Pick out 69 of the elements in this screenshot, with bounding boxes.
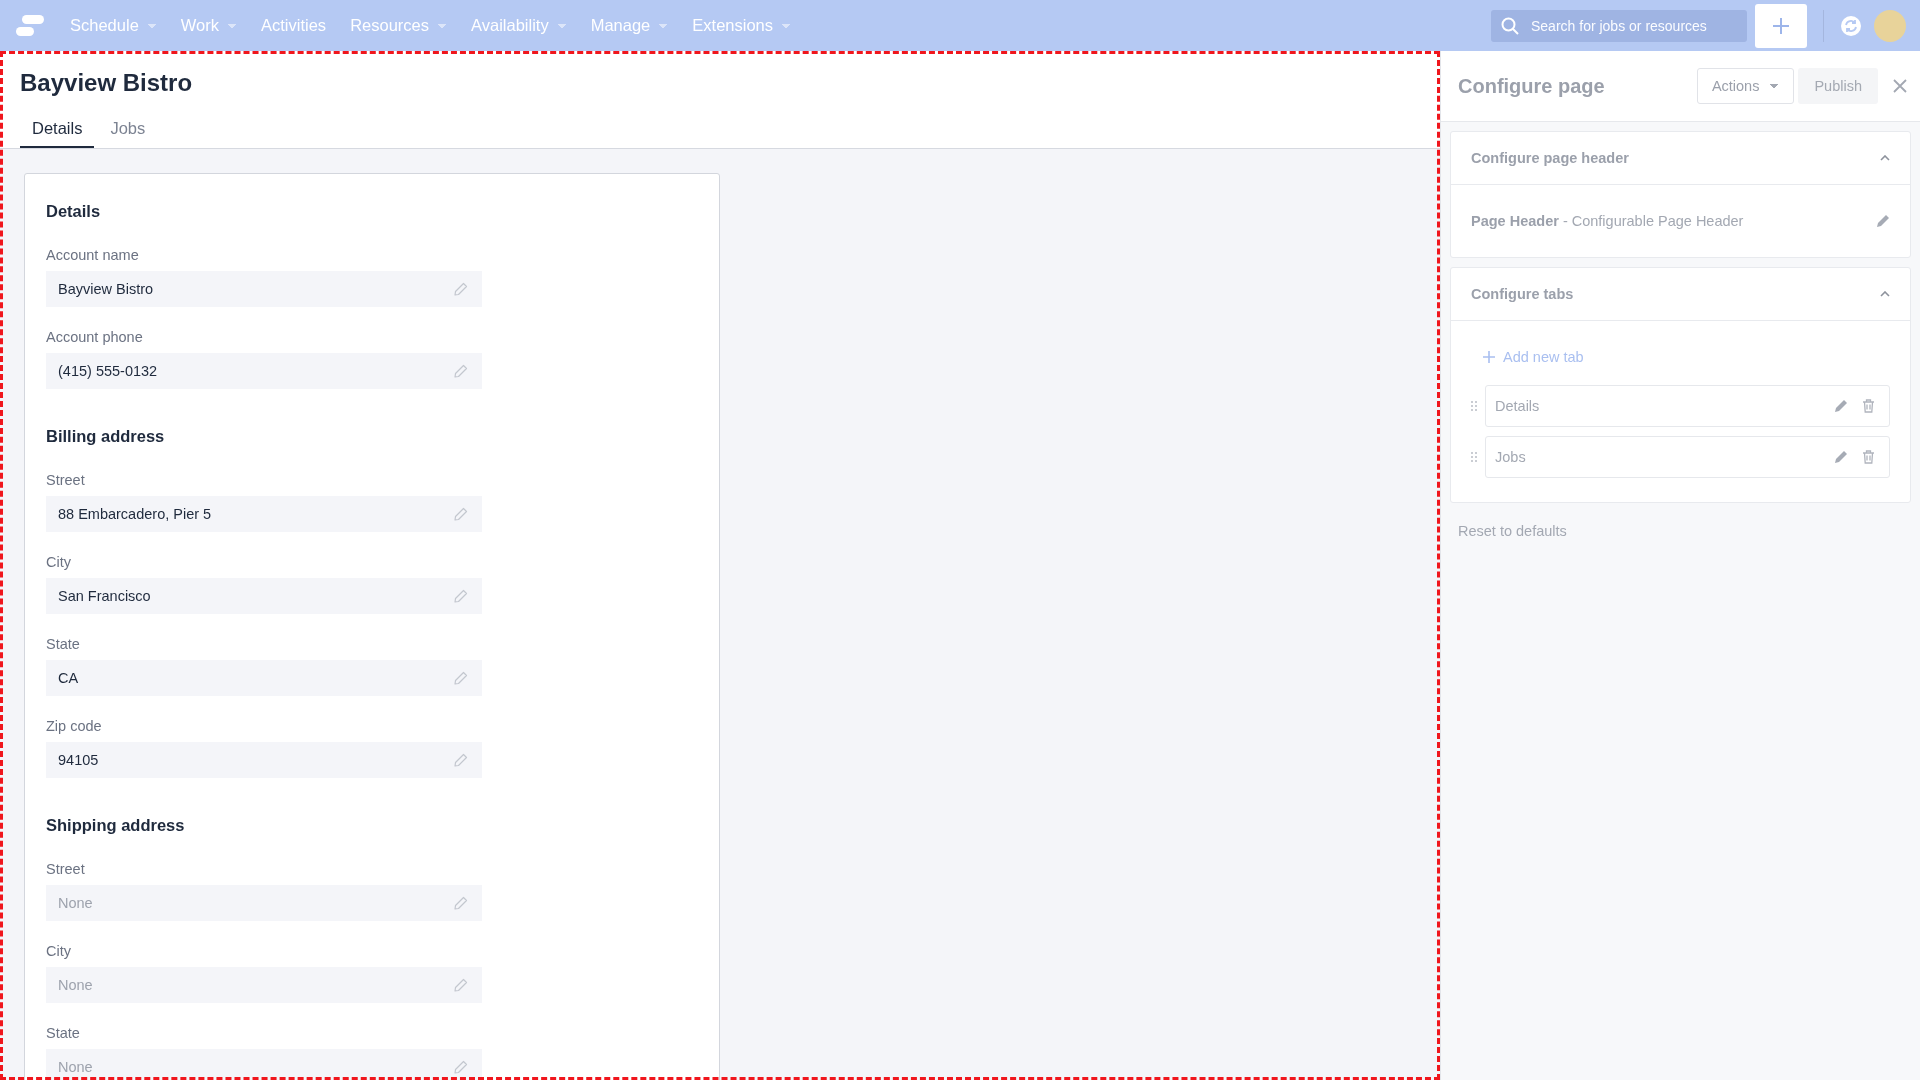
input-field[interactable]: None — [46, 885, 482, 921]
pencil-icon[interactable] — [454, 753, 468, 767]
field-label: Account phone — [46, 329, 144, 345]
field-label: City — [46, 943, 72, 959]
section-header[interactable]: Configure tabs — [1451, 268, 1910, 321]
tab-list-item[interactable]: Jobs — [1485, 436, 1890, 478]
reset-link[interactable]: Reset to defaults — [1458, 523, 1567, 539]
field-label: Account name — [46, 247, 140, 263]
pencil-icon[interactable] — [454, 978, 468, 992]
nav-menu-item[interactable]: Manage — [580, 10, 679, 41]
field-label: State — [46, 1025, 81, 1041]
field-label: State — [46, 636, 81, 652]
pencil-icon[interactable] — [454, 282, 468, 296]
trash-icon[interactable] — [1862, 399, 1875, 413]
input-field[interactable]: CA — [46, 660, 482, 696]
tab[interactable]: Details — [20, 115, 95, 148]
panel-title: Configure page — [1458, 74, 1606, 98]
nav-menu-item[interactable]: Resources — [340, 10, 457, 41]
chevron-icon — [1880, 155, 1890, 161]
section-heading: Billing address — [46, 427, 166, 446]
pencil-icon[interactable] — [454, 364, 468, 378]
input-field[interactable]: Bayview Bistro — [46, 271, 482, 307]
chevron-icon — [1880, 291, 1890, 297]
tab-list-item[interactable]: Details — [1485, 385, 1890, 427]
pencil-icon[interactable] — [454, 896, 468, 910]
page-title: Bayview Bistro — [20, 69, 194, 97]
add-tab-link[interactable]: Add new tab — [1483, 349, 1584, 365]
input-field[interactable]: 94105 — [46, 742, 482, 778]
pencil-icon[interactable] — [454, 589, 468, 603]
section-heading: Shipping address — [46, 816, 186, 835]
input-field[interactable]: None — [46, 1049, 482, 1080]
avatar[interactable] — [1874, 9, 1906, 42]
tab[interactable]: Jobs — [98, 115, 158, 148]
section-heading: Details — [46, 202, 102, 221]
nav-menu-item[interactable]: Schedule — [60, 10, 167, 41]
sync-icon[interactable] — [1840, 14, 1862, 37]
field-label: Street — [46, 472, 86, 488]
nav-menu-item[interactable]: Activities — [251, 10, 337, 41]
search-icon — [1501, 16, 1519, 35]
add-button[interactable] — [1755, 3, 1807, 48]
pencil-icon[interactable] — [1876, 214, 1890, 228]
input-field[interactable]: (415) 555-0132 — [46, 353, 482, 389]
pencil-icon[interactable] — [454, 507, 468, 521]
field-label: City — [46, 554, 72, 570]
pencil-icon[interactable] — [454, 1060, 468, 1074]
plus-icon — [1483, 351, 1495, 363]
input-field[interactable]: San Francisco — [46, 578, 482, 614]
logo-icon[interactable] — [16, 14, 46, 37]
trash-icon[interactable] — [1862, 450, 1875, 464]
actions-button[interactable]: Actions — [1696, 68, 1795, 104]
search-field[interactable]: Search for jobs or resources — [1491, 9, 1747, 42]
field-label: Street — [46, 861, 86, 877]
plus-icon — [1772, 16, 1790, 35]
component-label: Page Header - Configurable Page Header — [1471, 213, 1744, 229]
field-label: Zip code — [46, 718, 103, 734]
caret-icon — [1769, 83, 1780, 89]
section-header[interactable]: Configure page header — [1451, 132, 1910, 185]
pencil-icon[interactable] — [1834, 399, 1848, 413]
close-button[interactable] — [1892, 78, 1908, 94]
drag-handle-icon[interactable] — [1471, 401, 1477, 411]
input-field[interactable]: None — [46, 967, 482, 1003]
drag-handle-icon[interactable] — [1471, 452, 1477, 462]
nav-menu-item[interactable]: Work — [170, 10, 247, 41]
nav-menu-item[interactable]: Extensions — [682, 10, 801, 41]
close-icon — [1892, 78, 1908, 94]
nav-menu-item[interactable]: Availability — [461, 10, 577, 41]
pencil-icon[interactable] — [1834, 450, 1848, 464]
pencil-icon[interactable] — [454, 671, 468, 685]
input-field[interactable]: 88 Embarcadero, Pier 5 — [46, 496, 482, 532]
